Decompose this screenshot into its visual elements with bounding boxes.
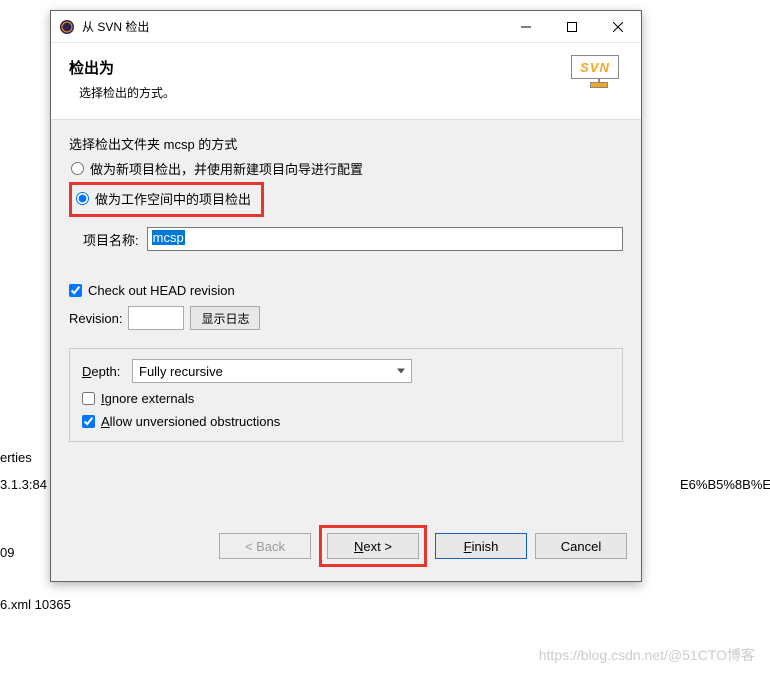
check-head-revision-label: Check out HEAD revision <box>88 283 235 298</box>
radio-new-project-input[interactable] <box>71 162 84 175</box>
depth-value: Fully recursive <box>139 364 223 379</box>
revision-label: Revision: <box>69 311 122 326</box>
show-log-button[interactable]: 显示日志 <box>190 306 260 330</box>
depth-label: Depth: <box>82 364 132 379</box>
bg-text: 3.1.3:84 <box>0 477 47 492</box>
radio-new-project-label: 做为新项目检出，并使用新建项目向导进行配置 <box>90 159 363 178</box>
bg-text: E6%B5%8B%E8%A <box>680 477 770 492</box>
window-title: 从 SVN 检出 <box>82 18 503 35</box>
page-subtitle: 选择检出的方式。 <box>69 84 623 101</box>
close-button[interactable] <box>595 11 641 42</box>
finish-button[interactable]: Finish <box>435 533 527 559</box>
options-group: Depth: Fully recursive Ignore externals … <box>69 348 623 442</box>
ignore-externals-input[interactable] <box>82 392 95 405</box>
depth-row: Depth: Fully recursive <box>82 359 610 383</box>
eclipse-icon <box>59 19 75 35</box>
ignore-externals[interactable]: Ignore externals <box>82 391 610 406</box>
maximize-button[interactable] <box>549 11 595 42</box>
watermark: https://blog.csdn.net/@51CTO博客 <box>539 645 755 665</box>
depth-select[interactable]: Fully recursive <box>132 359 412 383</box>
allow-unversioned[interactable]: Allow unversioned obstructions <box>82 414 610 429</box>
check-head-revision-input[interactable] <box>69 284 82 297</box>
project-name-input[interactable]: mcsp <box>147 227 623 251</box>
radio-new-project[interactable]: 做为新项目检出，并使用新建项目向导进行配置 <box>69 159 623 178</box>
dialog-header: 检出为 选择检出的方式。 SVN <box>51 43 641 120</box>
dialog-footer: < Back Next > Finish Cancel <box>51 515 641 581</box>
radio-workspace-project-label: 做为工作空间中的项目检出 <box>95 189 251 208</box>
next-button[interactable]: Next > <box>327 533 419 559</box>
svn-logo: SVN <box>571 55 627 95</box>
bg-text: 6.xml 10365 <box>0 597 71 612</box>
radio-workspace-project[interactable]: 做为工作空间中的项目检出 <box>74 189 251 208</box>
page-title: 检出为 <box>69 57 623 78</box>
checkout-method-label: 选择检出文件夹 mcsp 的方式 <box>69 134 623 153</box>
project-name-value: mcsp <box>152 230 185 245</box>
project-name-label: 项目名称: <box>83 230 139 249</box>
cancel-button[interactable]: Cancel <box>535 533 627 559</box>
chevron-down-icon <box>397 369 405 374</box>
bg-text: 09 <box>0 545 14 560</box>
project-name-row: 项目名称: mcsp <box>69 227 623 251</box>
radio-workspace-project-input[interactable] <box>76 192 89 205</box>
titlebar: 从 SVN 检出 <box>51 11 641 43</box>
highlight-selected-radio: 做为工作空间中的项目检出 <box>69 182 264 217</box>
allow-unversioned-label: Allow unversioned obstructions <box>101 414 280 429</box>
revision-row: Revision: 显示日志 <box>69 306 623 330</box>
allow-unversioned-input[interactable] <box>82 415 95 428</box>
check-head-revision[interactable]: Check out HEAD revision <box>69 283 623 298</box>
minimize-button[interactable] <box>503 11 549 42</box>
ignore-externals-label: Ignore externals <box>101 391 194 406</box>
svn-checkout-dialog: 从 SVN 检出 检出为 选择检出的方式。 SVN 选择检出文件夹 mcsp 的… <box>50 10 642 582</box>
highlight-next-button: Next > <box>319 525 427 567</box>
bg-text: erties <box>0 450 32 465</box>
revision-input[interactable] <box>128 306 184 330</box>
back-button[interactable]: < Back <box>219 533 311 559</box>
dialog-content: 选择检出文件夹 mcsp 的方式 做为新项目检出，并使用新建项目向导进行配置 做… <box>51 120 641 515</box>
